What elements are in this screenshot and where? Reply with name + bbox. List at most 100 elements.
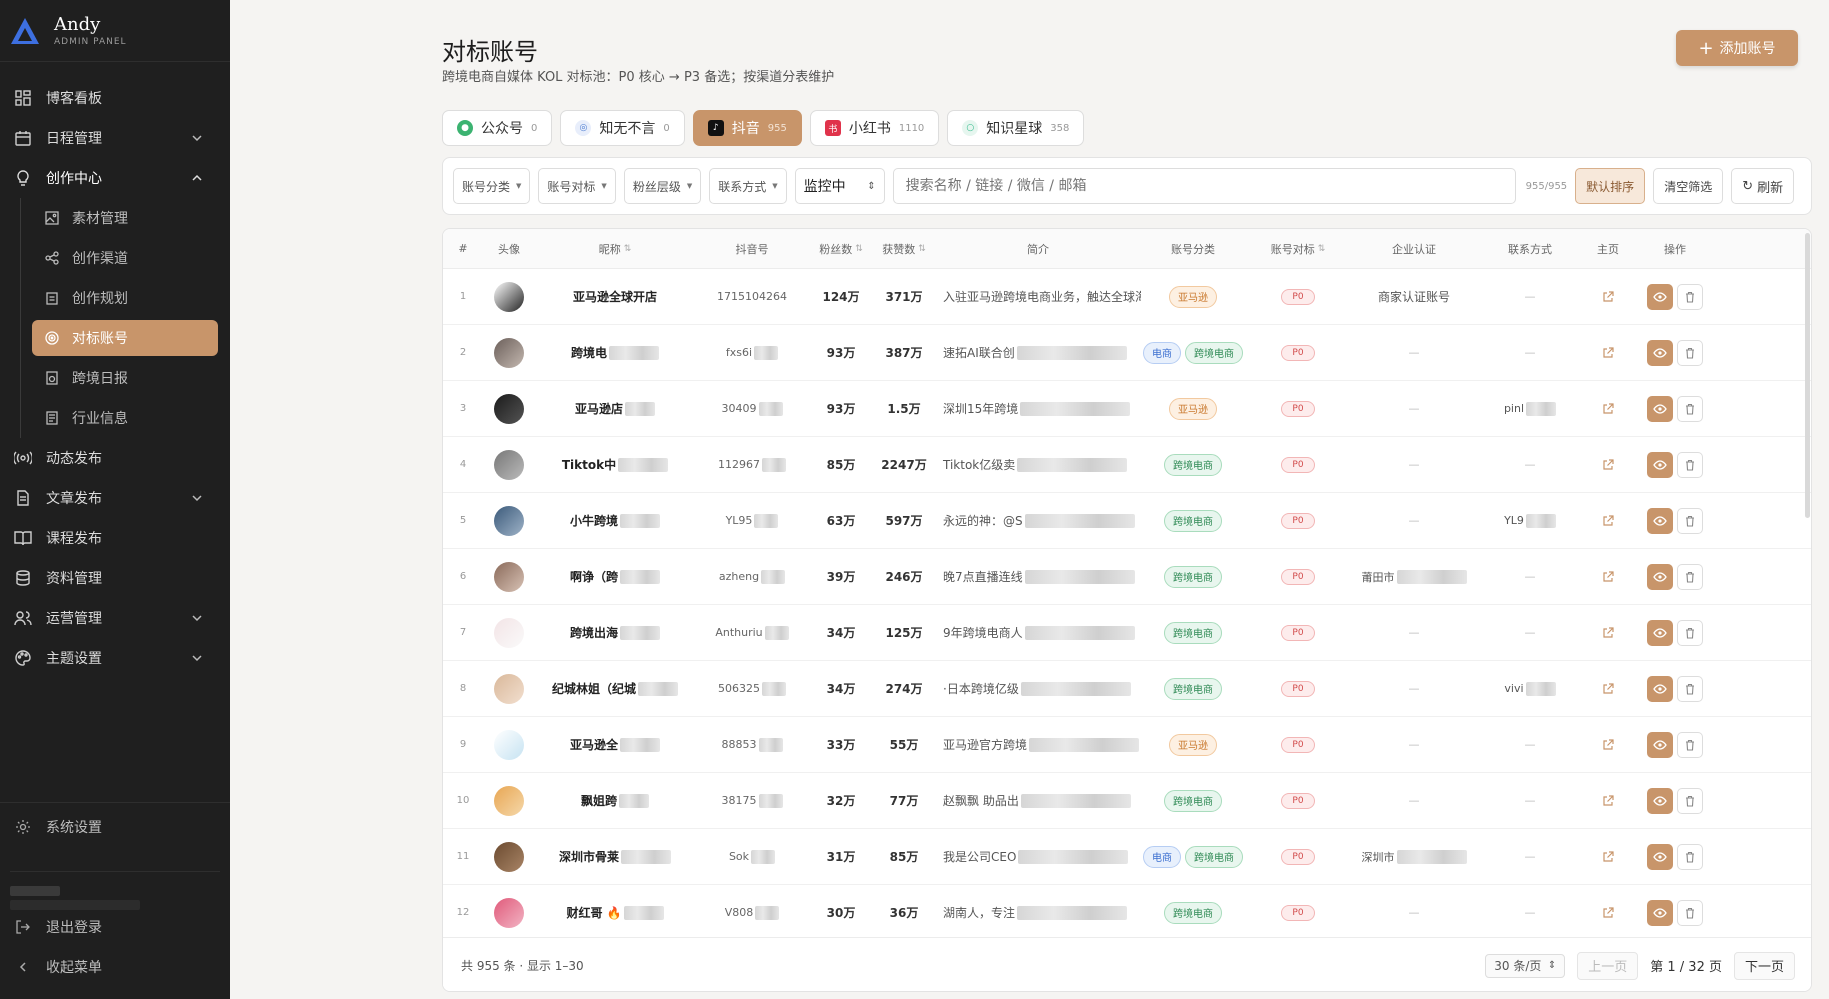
nav-daily-report[interactable]: 跨境日报 — [32, 358, 218, 398]
delete-button[interactable] — [1677, 395, 1703, 422]
nav-industry-info[interactable]: 行业信息 — [32, 398, 218, 438]
view-button[interactable] — [1647, 563, 1673, 590]
nav-schedule[interactable]: 日程管理 — [0, 118, 230, 158]
homepage-link[interactable] — [1583, 493, 1633, 548]
table-row[interactable]: 6 啊诤（跨 azheng 39万 246万 晚7点直播连线 跨境电商 P0 莆… — [443, 549, 1811, 605]
next-page-button[interactable]: 下一页 — [1733, 951, 1795, 980]
view-button[interactable] — [1647, 787, 1673, 814]
table-row[interactable]: 5 小牛跨境 YL95 63万 597万 永远的神：@S 跨境电商 P0 — Y… — [443, 493, 1811, 549]
view-button[interactable] — [1647, 507, 1673, 534]
nav-creation-center[interactable]: 创作中心 — [0, 158, 230, 198]
homepage-link[interactable] — [1583, 325, 1633, 380]
add-account-button[interactable]: + 添加账号 — [1676, 30, 1798, 66]
nav-course[interactable]: 课程发布 — [0, 518, 230, 558]
view-button[interactable] — [1647, 395, 1673, 422]
avatar[interactable] — [483, 605, 535, 660]
delete-button[interactable] — [1677, 899, 1703, 926]
contact-select[interactable]: 联系方式 ▼ — [709, 168, 787, 204]
homepage-link[interactable] — [1583, 661, 1633, 716]
table-row[interactable]: 7 跨境出海 Anthuriu 34万 125万 9年跨境电商人 跨境电商 P0… — [443, 605, 1811, 661]
homepage-link[interactable] — [1583, 773, 1633, 828]
header-nickname[interactable]: 昵称 ⇅ — [535, 229, 695, 268]
avatar[interactable] — [483, 829, 535, 884]
header-fans[interactable]: 粉丝数 ⇅ — [809, 229, 873, 268]
table-scrollbar[interactable] — [1805, 233, 1810, 518]
table-row[interactable]: 11 深圳市骨莱 Sok 31万 85万 我是公司CEO 电商 跨境电商 P0 深… — [443, 829, 1811, 885]
homepage-link[interactable] — [1583, 269, 1633, 324]
table-row[interactable]: 4 Tiktok中 112967 85万 2247万 Tiktok亿级卖 跨境电… — [443, 437, 1811, 493]
homepage-link[interactable] — [1583, 605, 1633, 660]
delete-button[interactable] — [1677, 843, 1703, 870]
delete-button[interactable] — [1677, 283, 1703, 310]
default-sort-button[interactable]: 默认排序 — [1575, 168, 1646, 204]
delete-button[interactable] — [1677, 339, 1703, 366]
homepage-link[interactable] — [1583, 549, 1633, 604]
avatar[interactable] — [483, 269, 535, 324]
view-button[interactable] — [1647, 283, 1673, 310]
nav-article[interactable]: 文章发布 — [0, 478, 230, 518]
table-row[interactable]: 10 飘姐跨 38175 32万 77万 赵飘飘 助品出 跨境电商 P0 — — — [443, 773, 1811, 829]
view-button[interactable] — [1647, 675, 1673, 702]
avatar[interactable] — [483, 493, 535, 548]
nav-settings[interactable]: 系统设置 — [0, 807, 230, 847]
table-row[interactable]: 9 亚马逊全 88853 33万 55万 亚马逊官方跨境 亚马逊 P0 — — — [443, 717, 1811, 773]
table-row[interactable]: 1 亚马逊全球开店 1715104264 124万 371万 入驻亚马逊跨境电商… — [443, 269, 1811, 325]
fans-level-select[interactable]: 粉丝层级 ▼ — [623, 168, 702, 204]
avatar[interactable] — [483, 773, 535, 828]
avatar[interactable] — [483, 717, 535, 772]
homepage-link[interactable] — [1583, 885, 1633, 940]
page-size-select[interactable]: 30 条/页 ⇕ — [1485, 953, 1566, 978]
clear-filter-button[interactable]: 清空筛选 — [1653, 168, 1724, 204]
delete-button[interactable] — [1677, 619, 1703, 646]
benchmark-select[interactable]: 账号对标 ▼ — [538, 168, 616, 204]
tab-xiaohongshu[interactable]: 书 小红书 1110 — [809, 110, 940, 146]
nav-dashboard[interactable]: 博客看板 — [0, 78, 230, 118]
homepage-link[interactable] — [1583, 829, 1633, 884]
table-row[interactable]: 12 财红哥 🔥 V808 30万 36万 湖南人，专注 跨境电商 P0 — — — [443, 885, 1811, 941]
delete-button[interactable] — [1677, 563, 1703, 590]
brand[interactable]: Andy ADMIN PANEL — [0, 0, 230, 62]
header-benchmark[interactable]: 账号对标 ⇅ — [1245, 229, 1351, 268]
nav-resource[interactable]: 资料管理 — [0, 558, 230, 598]
tab-zhiwubuyan[interactable]: ◎ 知无不言 0 — [560, 110, 685, 146]
tab-zsxq[interactable]: ○ 知识星球 358 — [947, 110, 1085, 146]
homepage-link[interactable] — [1583, 381, 1633, 436]
avatar[interactable] — [483, 885, 535, 940]
delete-button[interactable] — [1677, 675, 1703, 702]
avatar[interactable] — [483, 381, 535, 436]
avatar[interactable] — [483, 437, 535, 492]
collapse-menu-button[interactable]: 收起菜单 — [0, 947, 230, 987]
delete-button[interactable] — [1677, 787, 1703, 814]
nav-theme[interactable]: 主题设置 — [0, 638, 230, 678]
view-button[interactable] — [1647, 619, 1673, 646]
logout-button[interactable]: 退出登录 — [0, 907, 230, 947]
view-button[interactable] — [1647, 339, 1673, 366]
homepage-link[interactable] — [1583, 717, 1633, 772]
table-row[interactable]: 8 纪城林姐（纪城 506325 34万 274万 ·日本跨境亿级 跨境电商 P… — [443, 661, 1811, 717]
table-row[interactable]: 3 亚马逊店 30409 93万 1.5万 深圳15年跨境 亚马逊 P0 — p… — [443, 381, 1811, 437]
refresh-button[interactable]: ↻ 刷新 — [1731, 168, 1795, 204]
nav-dynamic[interactable]: 动态发布 — [0, 438, 230, 478]
view-button[interactable] — [1647, 451, 1673, 478]
nav-benchmark-accounts[interactable]: 对标账号 — [32, 320, 218, 356]
nav-operation[interactable]: 运营管理 — [0, 598, 230, 638]
avatar[interactable] — [483, 661, 535, 716]
nav-plan[interactable]: 创作规划 — [32, 278, 218, 318]
delete-button[interactable] — [1677, 507, 1703, 534]
avatar[interactable] — [483, 325, 535, 380]
delete-button[interactable] — [1677, 731, 1703, 758]
nav-channel[interactable]: 创作渠道 — [32, 238, 218, 278]
view-button[interactable] — [1647, 843, 1673, 870]
header-likes[interactable]: 获赞数 ⇅ — [873, 229, 935, 268]
tab-douyin[interactable]: ♪ 抖音 955 — [692, 110, 802, 146]
delete-button[interactable] — [1677, 451, 1703, 478]
nav-material[interactable]: 素材管理 — [32, 198, 218, 238]
avatar[interactable] — [483, 549, 535, 604]
search-input[interactable] — [892, 168, 1516, 204]
monitor-select[interactable]: 监控中 ⇕ — [794, 168, 885, 204]
table-row[interactable]: 2 跨境电 fxs6i 93万 387万 速拓AI联合创 电商 跨境电商 P0 —… — [443, 325, 1811, 381]
tab-wechat[interactable]: ● 公众号 0 — [442, 110, 553, 146]
prev-page-button[interactable]: 上一页 — [1577, 951, 1639, 980]
view-button[interactable] — [1647, 731, 1673, 758]
view-button[interactable] — [1647, 899, 1673, 926]
